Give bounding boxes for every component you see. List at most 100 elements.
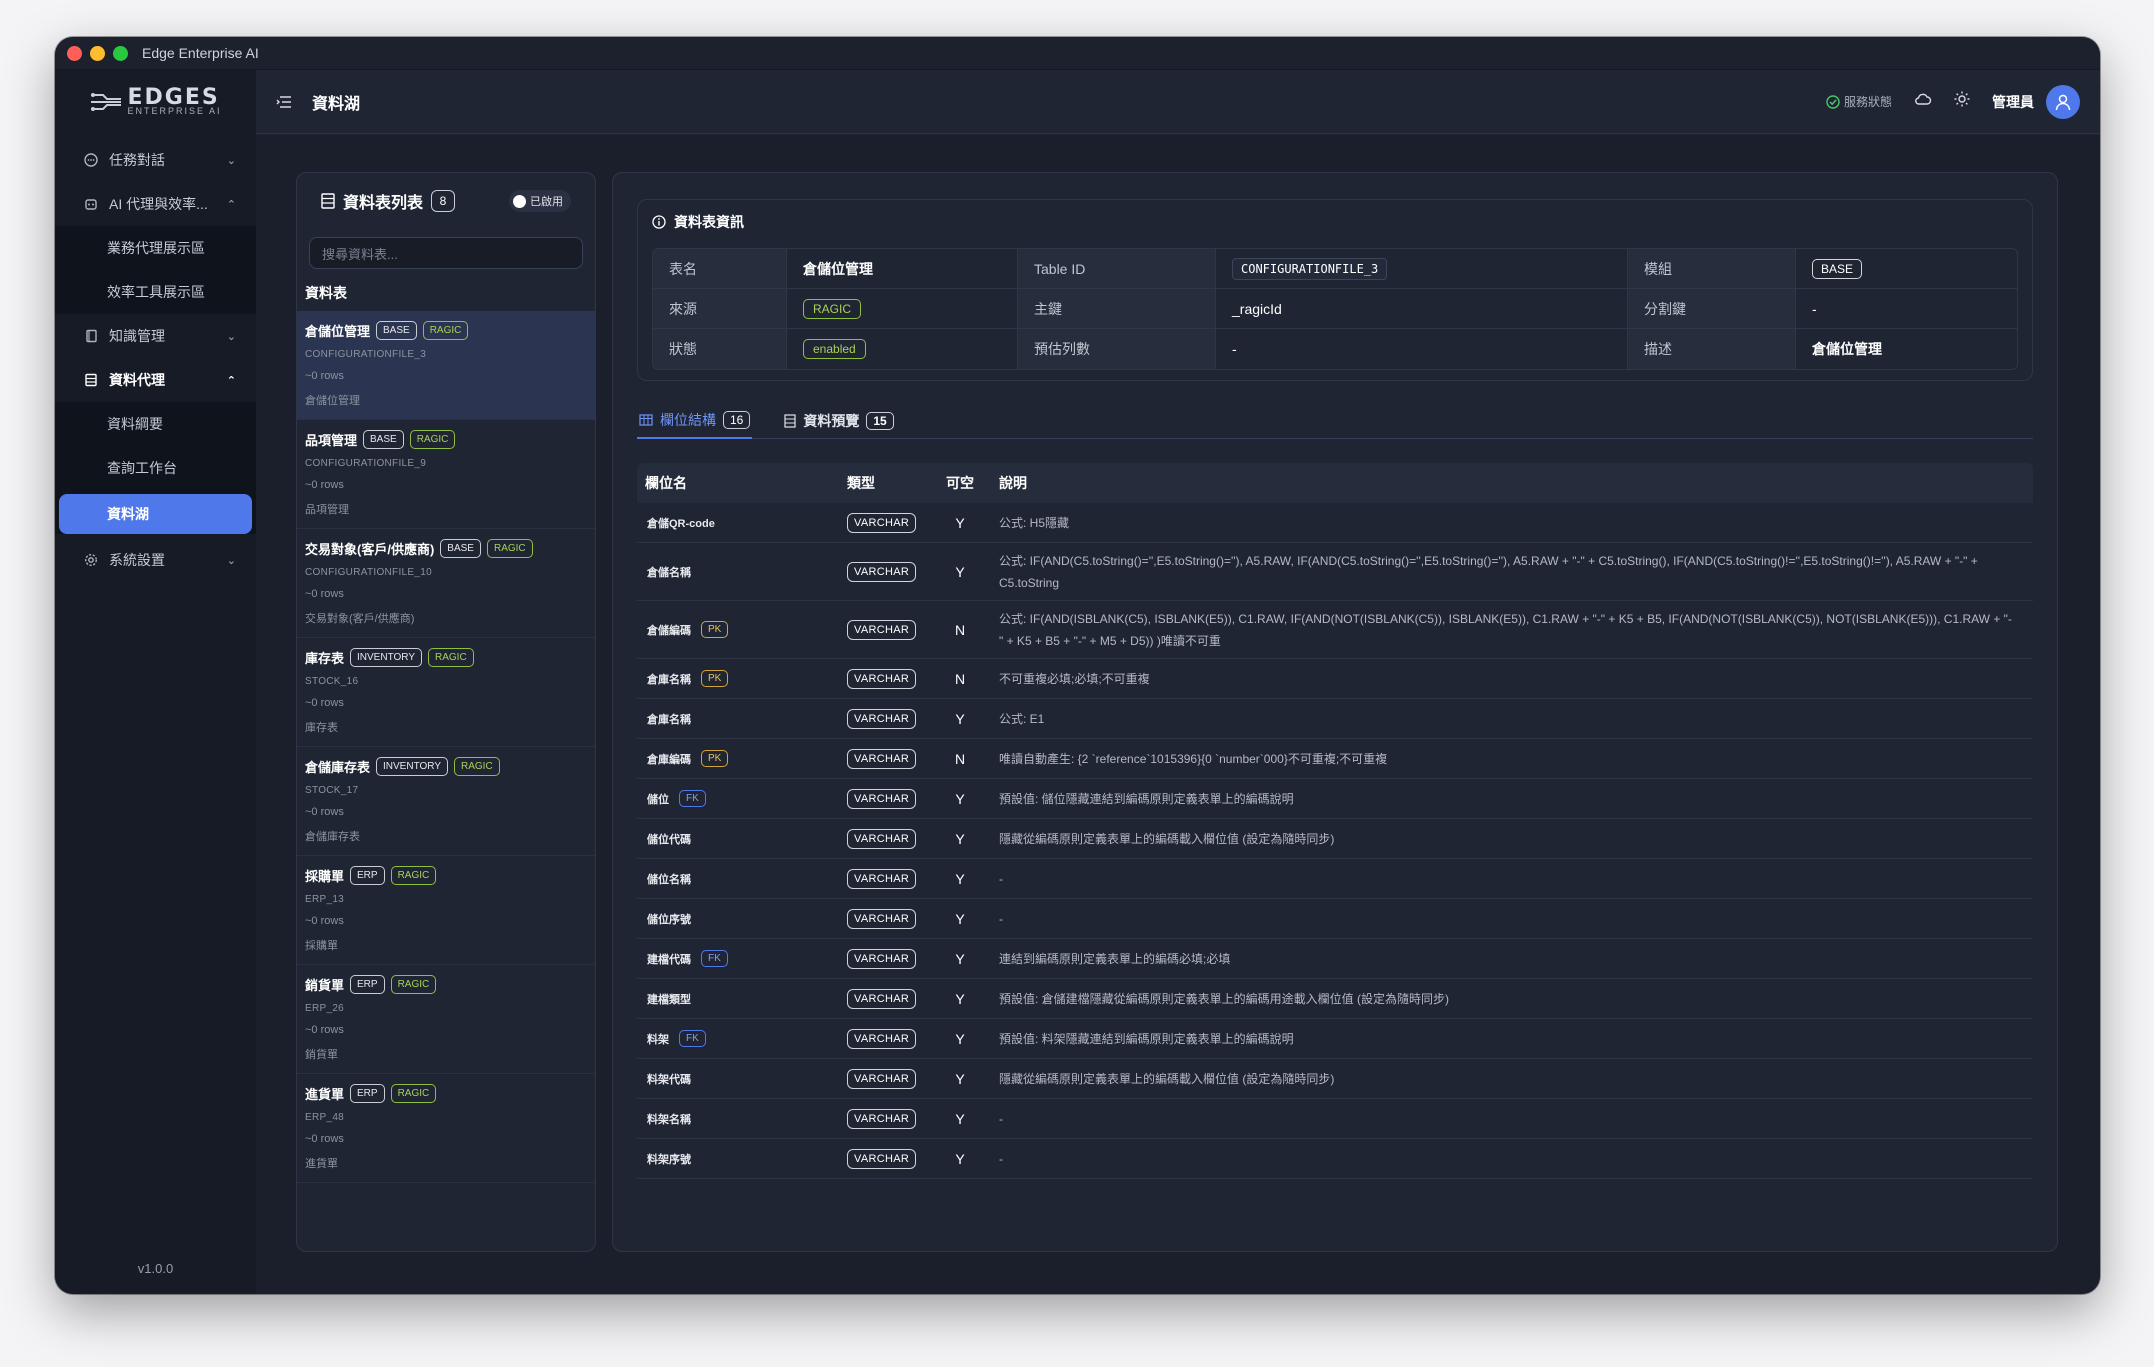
table-row[interactable]: 倉庫名稱 VARCHAR Y 公式: E1 xyxy=(637,699,2033,739)
field-nullable: Y xyxy=(955,1150,965,1167)
table-list-item[interactable]: 交易對象(客戶/供應商) BASE RAGIC CONFIGURATIONFILE_1… xyxy=(297,529,595,638)
field-nullable: Y xyxy=(955,950,965,967)
table-row[interactable]: 料架 FK VARCHAR Y 預設值: 料架隱藏連結到編碼原則定義表單上的編碼說明 xyxy=(637,1019,2033,1059)
field-type-badge: VARCHAR xyxy=(847,1108,917,1129)
sidebar-item-knowledge[interactable]: 知識管理 ⌄ xyxy=(55,314,256,358)
info-key-name: 表名 xyxy=(653,249,787,288)
cloud-icon[interactable] xyxy=(1914,92,1932,111)
table-row[interactable]: 倉儲QR-code VARCHAR Y 公式: H5隱藏 xyxy=(637,503,2033,543)
column-header-description: 說明 xyxy=(999,475,1027,491)
sidebar-subitem-efficiency-tools[interactable]: 效率工具展示區 xyxy=(55,270,256,314)
table-list-item[interactable]: 銷貨單 ERP RAGIC ERP_26 ~0 rows 銷貨單 xyxy=(297,965,595,1074)
chat-icon xyxy=(83,152,99,168)
field-name: 倉儲名稱 xyxy=(647,566,691,579)
sidebar-item-label: 任務對話 xyxy=(109,152,165,168)
table-id: ERP_48 xyxy=(305,1112,345,1123)
field-nullable: Y xyxy=(955,830,965,847)
field-structure-table: 欄位名 類型 可空 說明 倉儲QR-code VARCHAR Y 公式: H5隱藏 倉儲… xyxy=(637,463,2033,1179)
tab-field-structure[interactable]: 欄位結構 16 xyxy=(637,403,753,439)
table-name: 品項管理 xyxy=(305,433,358,448)
info-value-description: 倉儲位管理 xyxy=(1812,341,1882,357)
table-row-count: ~0 rows xyxy=(305,588,344,600)
table-list-item[interactable]: 倉儲庫存表 INVENTORY RAGIC STOCK_17 ~0 rows 倉儲庫存表 xyxy=(297,747,595,856)
info-value-partition: - xyxy=(1812,300,1817,317)
column-header-type: 類型 xyxy=(847,475,875,491)
minimize-window-button[interactable] xyxy=(90,45,105,61)
field-name: 儲位代碼 xyxy=(647,833,691,846)
table-row[interactable]: 倉庫編碼 PK VARCHAR N 唯讀自動產生: {2 `reference`1015… xyxy=(637,739,2033,779)
info-value-table-id: CONFIGURATIONFILE_3 xyxy=(1232,257,1388,280)
table-row-count: ~0 rows xyxy=(305,806,344,818)
sidebar-item-data-agent[interactable]: 資料代理 ⌃ xyxy=(55,358,256,402)
app-logo[interactable]: EDGES ENTERPRISE AI xyxy=(55,70,256,134)
book-icon xyxy=(83,328,99,344)
service-status[interactable]: 服務狀態 xyxy=(1826,93,1892,110)
table-row[interactable]: 倉儲編碼 PK VARCHAR N 公式: IF(AND(ISBLANK(C5), IS… xyxy=(637,601,2033,659)
table-tag: RAGIC xyxy=(486,539,533,558)
field-description: 公式: H5隱藏 xyxy=(999,515,1070,530)
table-row[interactable]: 儲位名稱 VARCHAR Y - xyxy=(637,859,2033,899)
close-window-button[interactable] xyxy=(67,45,82,61)
table-tag: RAGIC xyxy=(390,1084,437,1103)
field-description: 隱藏從編碼原則定義表單上的編碼載入欄位值 (設定為隨時同步) xyxy=(999,831,1335,846)
maximize-window-button[interactable] xyxy=(113,45,128,61)
table-row[interactable]: 料架序號 VARCHAR Y - xyxy=(637,1139,2033,1179)
table-list-item[interactable]: 倉儲位管理 BASE RAGIC CONFIGURATIONFILE_3 ~0 rows… xyxy=(297,311,595,420)
sidebar-item-settings[interactable]: 系統設置 ⌄ xyxy=(55,538,256,582)
field-description: 預設值: 儲位隱藏連結到編碼原則定義表單上的編碼說明 xyxy=(999,791,1294,806)
table-row[interactable]: 儲位代碼 VARCHAR Y 隱藏從編碼原則定義表單上的編碼載入欄位值 (設定為隨時同… xyxy=(637,819,2033,859)
table-id: CONFIGURATIONFILE_3 xyxy=(305,349,427,360)
table-list-item[interactable]: 進貨單 ERP RAGIC ERP_48 ~0 rows 進貨單 xyxy=(297,1074,595,1183)
sidebar-subitem-query-workbench[interactable]: 查詢工作台 xyxy=(55,446,256,490)
table-list-item[interactable]: 庫存表 INVENTORY RAGIC STOCK_16 ~0 rows 庫存表 xyxy=(297,638,595,747)
sidebar-item-label: AI 代理與效率... xyxy=(109,196,208,212)
table-header-row: 欄位名 類型 可空 說明 xyxy=(637,463,2033,503)
table-row[interactable]: 儲位序號 VARCHAR Y - xyxy=(637,899,2033,939)
table-row-count: ~0 rows xyxy=(305,479,344,491)
table-row[interactable]: 倉庫名稱 PK VARCHAR N 不可重複必填;必填;不可重複 xyxy=(637,659,2033,699)
table-row[interactable]: 料架代碼 VARCHAR Y 隱藏從編碼原則定義表單上的編碼載入欄位值 (設定為隨時同… xyxy=(637,1059,2033,1099)
info-key-partition: 分割鍵 xyxy=(1628,289,1796,328)
table-row[interactable]: 儲位 FK VARCHAR Y 預設值: 儲位隱藏連結到編碼原則定義表單上的編碼說明 xyxy=(637,779,2033,819)
table-id: STOCK_16 xyxy=(305,676,359,687)
sidebar-subitem-business-agents[interactable]: 業務代理展示區 xyxy=(55,226,256,270)
info-value-estimated-rows: - xyxy=(1216,329,1628,369)
table-name: 銷貨單 xyxy=(305,978,345,993)
table-tag: INVENTORY xyxy=(376,757,448,776)
info-key-primary-key: 主鍵 xyxy=(1018,289,1216,328)
table-tag: ERP xyxy=(350,1084,385,1103)
page-title: 資料湖 xyxy=(312,95,361,113)
table-tag: BASE xyxy=(363,430,404,449)
field-nullable: Y xyxy=(955,710,965,727)
table-search-input[interactable]: 搜尋資料表... xyxy=(309,237,583,269)
info-key-status: 狀態 xyxy=(653,329,787,369)
tab-data-preview[interactable]: 資料預覽 15 xyxy=(782,403,895,439)
info-key-description: 描述 xyxy=(1628,329,1796,369)
table-count-badge: 8 xyxy=(431,190,456,212)
field-name: 儲位序號 xyxy=(647,913,691,926)
table-list: 倉儲位管理 BASE RAGIC CONFIGURATIONFILE_3 ~0 rows… xyxy=(297,311,595,1183)
table-row[interactable]: 倉儲名稱 VARCHAR Y 公式: IF(AND(C5.toString()='',… xyxy=(637,543,2033,601)
sidebar-item-chat[interactable]: 任務對話 ⌄ xyxy=(55,138,256,182)
field-name: 倉庫名稱 xyxy=(647,673,691,686)
sidebar-subitem-schema[interactable]: 資料綱要 xyxy=(55,402,256,446)
table-list-item[interactable]: 品項管理 BASE RAGIC CONFIGURATIONFILE_9 ~0 rows 品… xyxy=(297,420,595,529)
table-row[interactable]: 建檔類型 VARCHAR Y 預設值: 倉儲建檔隱藏從編碼原則定義表單上的編碼用途載入… xyxy=(637,979,2033,1019)
robot-icon xyxy=(83,196,99,212)
table-list-item[interactable]: 採購單 ERP RAGIC ERP_13 ~0 rows 採購單 xyxy=(297,856,595,965)
sidebar-item-ai-agents[interactable]: AI 代理與效率... ⌃ xyxy=(55,182,256,226)
field-nullable: Y xyxy=(955,1030,965,1047)
table-tag: RAGIC xyxy=(390,975,437,994)
table-row[interactable]: 料架名稱 VARCHAR Y - xyxy=(637,1099,2033,1139)
app-version: v1.0.0 xyxy=(137,1261,174,1276)
enabled-toggle[interactable]: 已啟用 xyxy=(509,190,571,212)
sidebar-toggle-icon[interactable] xyxy=(276,93,294,111)
field-description: 公式: E1 xyxy=(999,711,1045,726)
sidebar-subitem-data-lake[interactable]: 資料湖 xyxy=(59,494,252,534)
avatar[interactable] xyxy=(2046,84,2080,119)
user-name[interactable]: 管理員 xyxy=(1992,92,2034,112)
table-row[interactable]: 建檔代碼 FK VARCHAR Y 連結到編碼原則定義表單上的編碼必填;必填 xyxy=(637,939,2033,979)
sun-icon[interactable] xyxy=(1954,91,1970,112)
top-bar: 資料湖 服務狀態 管理員 xyxy=(256,70,2100,134)
table-description: 銷貨單 xyxy=(305,1049,338,1061)
